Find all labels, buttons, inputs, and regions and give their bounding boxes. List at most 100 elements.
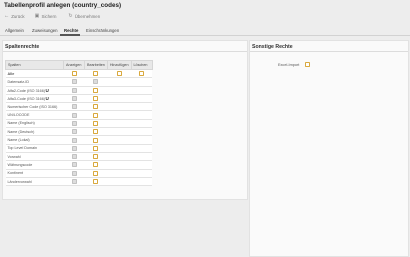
checkbox-bearbeiten[interactable]: [93, 179, 99, 184]
row-label: Name (Englisch): [5, 119, 64, 129]
cell-empty: [107, 119, 131, 129]
checkbox-anzeigen[interactable]: [71, 170, 77, 176]
cell-empty: [107, 160, 131, 170]
checkbox-excel-import[interactable]: [305, 62, 311, 67]
tab-rechte[interactable]: Rechte: [64, 28, 78, 33]
cell-empty: [131, 135, 152, 145]
tab-bar: Allgemein Zuweisungen Rechte Einschränku…: [0, 26, 410, 36]
row-label-text: Top Level Domain: [7, 146, 38, 151]
checkbox-anzeigen[interactable]: [71, 79, 77, 85]
checkbox-anzeigen[interactable]: [71, 120, 77, 126]
table-row: Name (Lokal): [5, 135, 152, 145]
cell-empty: [107, 152, 131, 162]
checkbox-anzeigen[interactable]: [71, 154, 77, 160]
tab-allgemein[interactable]: Allgemein: [5, 28, 24, 33]
back-button[interactable]: ← Zurück: [4, 12, 25, 19]
checkbox-anzeigen[interactable]: [71, 96, 77, 102]
cell-empty: [131, 110, 152, 120]
row-label: Kontinent: [5, 169, 64, 178]
cell-empty: [107, 177, 131, 187]
row-label: Name (Lokal): [5, 135, 64, 145]
row-label: Alle: [5, 69, 64, 79]
checkbox-anzeigen[interactable]: [71, 179, 77, 184]
table-row: Numerischer Code (ISO 3166): [5, 102, 152, 112]
row-label-text: Ländervorwahl: [7, 179, 32, 184]
row-label-text: Alfa3-Code (ISO 3166): [7, 97, 46, 102]
header-hinzufuegen: Hinzufügen: [106, 60, 132, 70]
row-label: Name (Deutsch): [5, 127, 64, 137]
checkbox-bearbeiten[interactable]: [93, 154, 99, 160]
column-rights-heading: Spaltenrechte: [3, 41, 247, 52]
checkbox-alle-loeschen[interactable]: [139, 71, 144, 77]
row-marker: U: [45, 87, 49, 93]
row-label: Alfa2-Code (ISO 3166)U: [5, 86, 64, 95]
row-marker: U: [45, 96, 49, 102]
tab-einschraenkungen[interactable]: Einschränkungen: [86, 28, 119, 33]
table-row: Vorwahl: [5, 152, 152, 162]
checkbox-anzeigen[interactable]: [71, 112, 77, 118]
row-label-text: Vorwahl: [7, 154, 21, 159]
checkbox-bearbeiten[interactable]: [93, 145, 99, 151]
apply-button[interactable]: ↻ Übernehmen: [68, 13, 101, 19]
other-rights-heading: Sonstige Rechte: [250, 41, 408, 52]
header-bearbeiten: Bearbeiten: [84, 60, 108, 70]
row-label: Vorwahl: [5, 152, 64, 162]
table-row: Name (Deutsch): [5, 127, 152, 137]
checkbox-bearbeiten[interactable]: [93, 79, 99, 85]
checkbox-anzeigen[interactable]: [71, 87, 77, 93]
excel-import-option: Excel-Import: [278, 62, 311, 67]
page-title: Tabellenprofil anlegen (country_codes): [4, 2, 122, 9]
other-rights-panel: Sonstige Rechte Excel-Import: [249, 40, 409, 257]
row-label: Top Level Domain: [5, 144, 64, 153]
cell-empty: [131, 77, 152, 87]
checkbox-bearbeiten[interactable]: [93, 87, 99, 93]
checkbox-bearbeiten[interactable]: [93, 170, 99, 176]
cell-empty: [107, 102, 131, 112]
checkbox-bearbeiten[interactable]: [93, 120, 99, 126]
checkbox-bearbeiten[interactable]: [93, 96, 99, 102]
row-label: Alfa3-Code (ISO 3166)U: [5, 94, 64, 104]
cell-empty: [107, 110, 131, 120]
checkbox-bearbeiten[interactable]: [93, 137, 99, 143]
checkbox-bearbeiten[interactable]: [93, 104, 99, 110]
back-button-label: Zurück: [11, 13, 25, 19]
cell-empty: [107, 94, 131, 104]
back-arrow-icon: ←: [4, 12, 10, 19]
row-label-text: UN/LOCODE: [7, 113, 30, 118]
toolbar: ← Zurück ▣ Sichern ↻ Übernehmen: [0, 11, 410, 22]
checkbox-alle-hinzufuegen[interactable]: [116, 71, 122, 77]
cell-empty: [131, 169, 152, 178]
table-row: Datensatz-ID: [5, 77, 152, 87]
cell-empty: [131, 119, 152, 129]
checkbox-anzeigen[interactable]: [71, 162, 77, 168]
table-row: Alfa2-Code (ISO 3166)U: [5, 86, 152, 95]
save-button-label: Sichern: [41, 13, 57, 19]
table-row: Alfa3-Code (ISO 3166)U: [5, 94, 152, 104]
checkbox-bearbeiten[interactable]: [93, 112, 99, 118]
checkbox-anzeigen[interactable]: [71, 104, 77, 110]
cell-empty: [131, 152, 152, 162]
row-label-text: Name (Lokal): [7, 138, 30, 143]
apply-button-label: Übernehmen: [74, 13, 101, 19]
checkbox-alle-anzeigen[interactable]: [71, 71, 77, 77]
column-rights-panel: Spaltenrechte Spalten Anzeigen Bearbeite…: [2, 40, 248, 200]
checkbox-anzeigen[interactable]: [71, 137, 77, 143]
row-label: Ländervorwahl: [5, 177, 64, 187]
table-row-alle: Alle: [5, 69, 152, 79]
tab-zuweisungen[interactable]: Zuweisungen: [32, 28, 58, 33]
table-row: Name (Englisch): [5, 119, 152, 129]
cell-empty: [107, 86, 131, 95]
checkbox-bearbeiten[interactable]: [93, 129, 99, 135]
row-label: Numerischer Code (ISO 3166): [5, 102, 64, 112]
checkbox-alle-bearbeiten[interactable]: [93, 71, 99, 77]
column-rights-table: Spalten Anzeigen Bearbeiten Hinzufügen L…: [5, 60, 153, 187]
active-tab-indicator: [60, 34, 80, 36]
checkbox-anzeigen[interactable]: [71, 129, 77, 135]
row-label: Währungscode: [5, 160, 64, 170]
checkbox-bearbeiten[interactable]: [93, 162, 99, 168]
header-spalten: Spalten: [5, 60, 64, 70]
table-row: Top Level Domain: [5, 144, 152, 153]
save-button[interactable]: ▣ Sichern: [35, 13, 57, 19]
checkbox-anzeigen[interactable]: [71, 145, 77, 151]
table-header-row: Spalten Anzeigen Bearbeiten Hinzufügen L…: [5, 60, 153, 70]
